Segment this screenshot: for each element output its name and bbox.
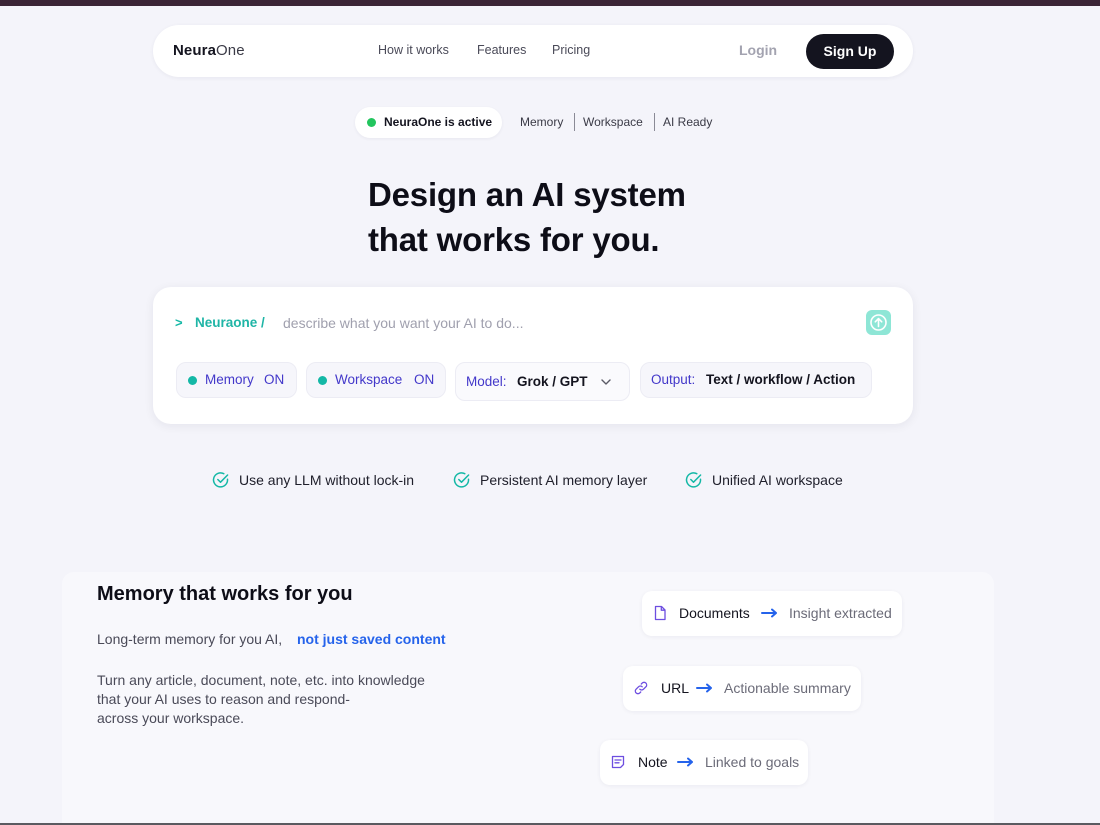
brand-logo[interactable]: NeuraOne [173,42,245,59]
model-select-value: Grok / GPT [517,374,588,389]
check-circle-icon [685,472,702,488]
memory-section-subtitle-link[interactable]: not just saved content [297,631,446,647]
memory-toggle-chip[interactable]: Memory ON [176,362,297,398]
flow-source: Note [638,754,668,770]
flow-source: Documents [679,605,750,621]
tag-divider [654,113,655,131]
flow-card-note: Note Linked to goals [600,740,808,785]
memory-chip-label: Memory [205,372,254,387]
memory-dot-icon [188,376,197,385]
memory-body-line: that your AI uses to reason and respond- [97,691,350,707]
memory-section-title: Memory that works for you [97,583,353,605]
brand-name-bold: Neura [173,42,217,59]
prompt-input[interactable] [283,309,863,337]
nav-link-features[interactable]: Features [477,43,526,57]
send-button[interactable] [866,310,891,335]
model-select-label: Model: [466,374,507,389]
prompt-caret-icon: > [175,315,183,330]
workspace-chip-state: ON [414,372,435,387]
hero-line-2: that works for you. [368,221,660,258]
link-icon [634,681,648,695]
memory-chip-state: ON [264,372,285,387]
flow-source: URL [661,680,690,696]
tag-divider [574,113,575,131]
status-badge: NeuraOne is active [355,107,502,138]
hero-heading: Design an AI system that works for you. [368,172,686,262]
feature-label: Persistent AI memory layer [480,472,648,488]
model-select[interactable]: Model: Grok / GPT [455,362,630,401]
memory-section-subtitle: Long-term memory for you AI, [97,631,283,647]
memory-body-line: Turn any article, document, note, etc. i… [97,672,425,688]
document-icon [654,605,666,621]
check-circle-icon [453,472,470,488]
arrow-right-icon [696,683,712,693]
workspace-toggle-chip[interactable]: Workspace ON [306,362,446,398]
nav-link-pricing[interactable]: Pricing [552,43,590,57]
tag-workspace: Workspace [583,115,643,129]
nav-link-how-it-works[interactable]: How it works [378,43,449,57]
workspace-dot-icon [318,376,327,385]
feature-label: Unified AI workspace [712,472,843,488]
prompt-prefix: Neuraone / [195,315,265,330]
tag-ai-ready: AI Ready [663,115,713,129]
window-top-bar [0,0,1100,6]
output-select[interactable]: Output: Text / workflow / Action [640,362,872,398]
flow-result: Insight extracted [789,605,892,621]
check-circle-icon [212,472,229,488]
arrow-right-icon [677,757,693,767]
login-button[interactable]: Login [739,42,777,58]
output-select-value: Text / workflow / Action [706,372,856,387]
workspace-chip-label: Workspace [335,372,403,387]
memory-section-body: Turn any article, document, note, etc. i… [97,671,457,728]
feature-label: Use any LLM without lock-in [239,472,415,488]
arrow-right-icon [761,608,777,618]
status-text: NeuraOne is active [384,115,493,129]
tag-memory: Memory [520,115,564,129]
navbar: NeuraOne How it works Features Pricing L… [153,25,913,77]
flow-result: Linked to goals [705,754,800,770]
chevron-down-icon [601,379,611,385]
flow-card-documents: Documents Insight extracted [642,591,902,636]
flow-card-url: URL Actionable summary [623,666,861,711]
prompt-card: > Neuraone / Memory ON Workspace ON Mode… [153,287,913,424]
brand-name-light: One [216,42,245,59]
hero-line-1: Design an AI system [368,176,686,213]
flow-result: Actionable summary [724,680,851,696]
arrow-up-icon [870,314,887,331]
output-select-label: Output: [651,372,696,387]
memory-body-line: across your workspace. [97,710,245,726]
signup-button[interactable]: Sign Up [806,34,894,69]
status-dot-icon [367,118,376,127]
note-icon [611,755,625,769]
